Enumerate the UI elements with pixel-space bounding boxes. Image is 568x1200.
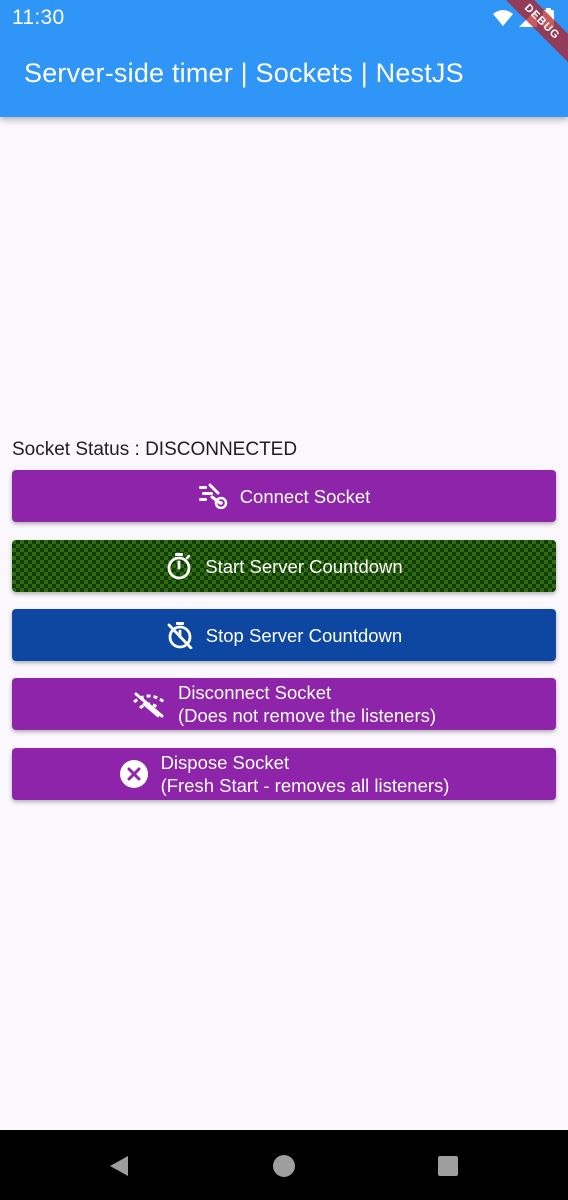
system-nav-bar: [0, 1130, 568, 1200]
start-countdown-label: Start Server Countdown: [205, 555, 403, 577]
connect-socket-button[interactable]: Connect Socket: [12, 470, 556, 522]
status-bar: 11:30: [0, 0, 568, 36]
disconnect-socket-line1: Disconnect Socket: [177, 682, 332, 703]
connect-socket-icon: [198, 483, 228, 509]
app-bar: 11:30 Server-side timer | Sockets | Nest…: [0, 0, 568, 117]
stop-countdown-button[interactable]: Stop Server Countdown: [12, 609, 556, 661]
disconnect-socket-label: Disconnect Socket (Does not remove the l…: [178, 681, 436, 727]
connect-socket-label: Connect Socket: [239, 485, 371, 507]
dispose-socket-line2: (Fresh Start - removes all listeners): [160, 775, 450, 796]
timer-icon: [165, 552, 193, 580]
timer-off-icon: [166, 621, 194, 649]
dispose-socket-button[interactable]: Dispose Socket (Fresh Start - removes al…: [12, 748, 556, 800]
page-title: Server-side timer | Sockets | NestJS: [24, 58, 464, 88]
recents-icon[interactable]: [436, 1154, 460, 1178]
dispose-socket-line1: Dispose Socket: [160, 752, 290, 773]
app-screen: 11:30 Server-side timer | Sockets | Nest…: [0, 0, 568, 1200]
start-countdown-button[interactable]: Start Server Countdown: [12, 540, 556, 592]
home-icon[interactable]: [272, 1154, 296, 1178]
main-content: Socket Status : DISCONNECTED Connect Soc…: [0, 117, 568, 1130]
stop-countdown-label: Stop Server Countdown: [205, 624, 403, 646]
disconnect-socket-button[interactable]: Disconnect Socket (Does not remove the l…: [12, 678, 556, 730]
cancel-icon: [119, 759, 149, 789]
socket-status-text: Socket Status : DISCONNECTED: [12, 439, 298, 460]
dispose-socket-label: Dispose Socket (Fresh Start - removes al…: [161, 751, 450, 797]
wifi-icon: [493, 9, 513, 32]
wifi-off-icon: [132, 690, 166, 718]
back-icon[interactable]: [107, 1154, 131, 1178]
disconnect-socket-line2: (Does not remove the listeners): [177, 705, 437, 726]
status-time: 11:30: [12, 6, 65, 29]
